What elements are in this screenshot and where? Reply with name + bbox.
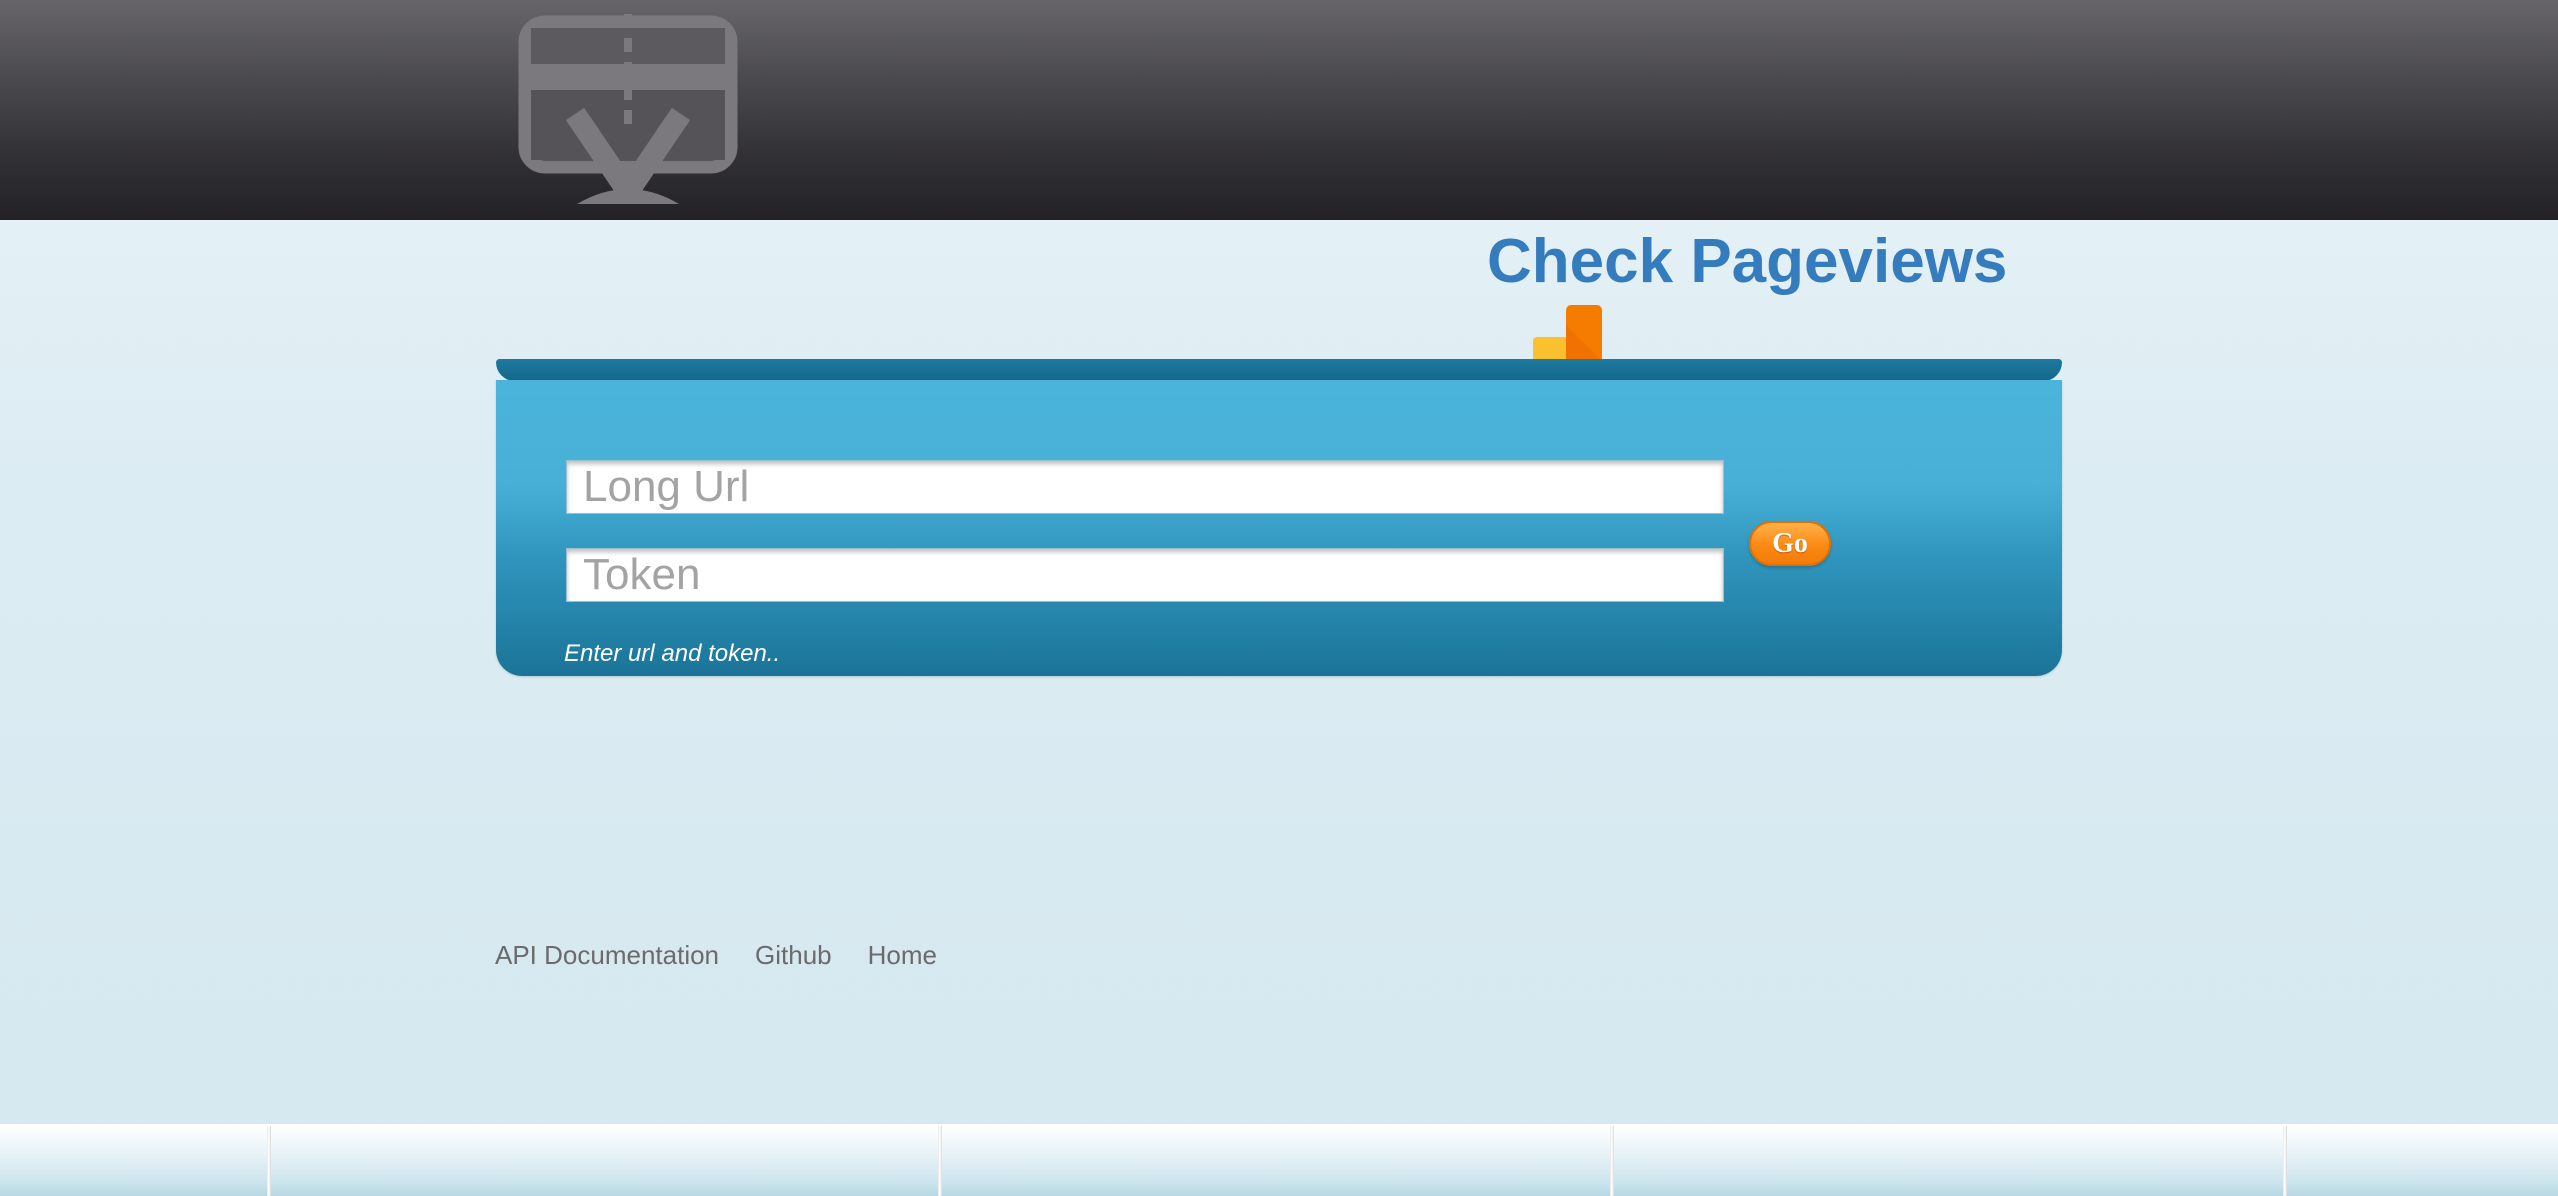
video-download-logo-icon[interactable] [517,14,739,204]
panel-top-lip [496,359,2062,381]
strip-divider [938,1126,942,1196]
strip-divider [2283,1126,2287,1196]
footer-nav: API Documentation Github Home [495,940,937,971]
page-title: Check Pageviews [1487,227,2008,296]
token-input[interactable] [566,548,1724,602]
long-url-input[interactable] [566,460,1724,514]
status-message: Enter url and token.. [564,640,781,667]
bottom-decorative-strip [0,1124,2558,1196]
site-header [0,0,2558,220]
api-documentation-link[interactable]: API Documentation [495,940,719,971]
strip-divider [1610,1126,1614,1196]
go-button[interactable]: Go [1749,521,1831,566]
home-link[interactable]: Home [868,940,937,971]
github-link[interactable]: Github [755,940,832,971]
strip-divider [267,1126,271,1196]
form-panel [496,380,2062,676]
